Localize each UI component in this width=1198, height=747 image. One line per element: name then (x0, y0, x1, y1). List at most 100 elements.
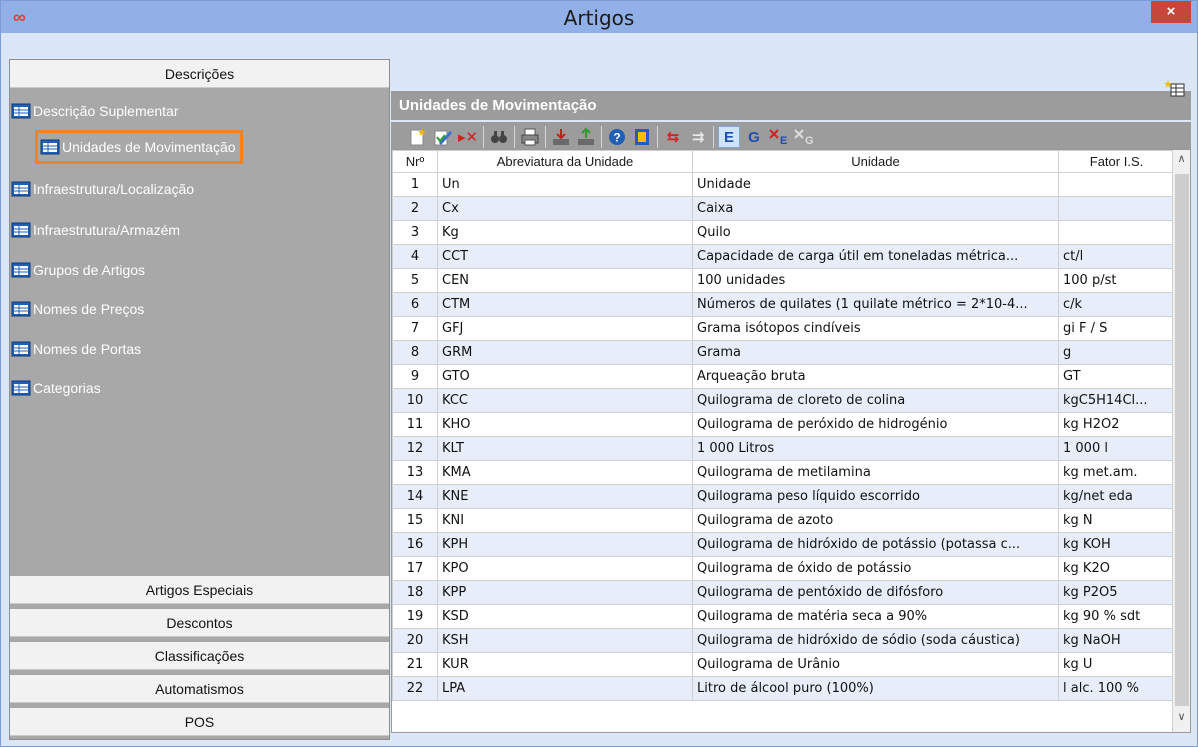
column-header-nr[interactable]: Nrº (392, 150, 438, 173)
sidebar-item-categorias[interactable]: Categorias (11, 373, 101, 403)
cell-nr: 5 (392, 268, 438, 293)
cell-abreviatura: KMA (437, 460, 693, 485)
column-header-unidade[interactable]: Unidade (692, 150, 1059, 173)
table-row[interactable]: 15 KNI Quilograma de azoto kg N (392, 508, 1175, 533)
exit-icon[interactable] (631, 126, 653, 148)
cell-fator: kg K2O (1058, 556, 1175, 581)
scroll-up-icon[interactable]: ∧ (1173, 152, 1190, 170)
table-row[interactable]: 8 GRM Grama g (392, 340, 1175, 365)
section-descontos[interactable]: Descontos (10, 609, 389, 637)
column-header-abreviatura[interactable]: Abreviatura da Unidade (437, 150, 693, 173)
delete-record-icon[interactable]: ▸✕ (457, 126, 479, 148)
cell-nr: 19 (392, 604, 438, 629)
cell-fator: 100 p/st (1058, 268, 1175, 293)
move-left-icon[interactable]: ⇆ (662, 126, 684, 148)
table-row[interactable]: 16 KPH Quilograma de hidróxido de potássio… (392, 532, 1175, 557)
cell-abreviatura: KPO (437, 556, 693, 581)
cell-fator: kg KOH (1058, 532, 1175, 557)
vertical-scrollbar[interactable]: ∧ ∨ (1172, 150, 1190, 732)
table-row[interactable]: 14 KNE Quilograma peso líquido escorrido kg… (392, 484, 1175, 509)
table-row[interactable]: 10 KCC Quilograma de cloreto de colina kgC5… (392, 388, 1175, 413)
cell-nr: 15 (392, 508, 438, 533)
table-icon (11, 301, 31, 317)
search-icon[interactable] (488, 126, 510, 148)
table-row[interactable]: 6 CTM Números de quilates (1 quilate métri… (392, 292, 1175, 317)
table-row[interactable]: 4 CCT Capacidade de carga útil em tonelada… (392, 244, 1175, 269)
cell-unidade: Quilograma peso líquido escorrido (692, 484, 1059, 509)
sidebar-item-nomes-de-portas[interactable]: Nomes de Portas (11, 334, 141, 364)
cell-nr: 2 (392, 196, 438, 221)
sidebar-item-grupos-de-artigos[interactable]: Grupos de Artigos (11, 255, 145, 285)
cell-abreviatura: KSH (437, 628, 693, 653)
cell-abreviatura: KLT (437, 436, 693, 461)
table-row[interactable]: 22 LPA Litro de álcool puro (100%) l alc. 1… (392, 676, 1175, 701)
cell-unidade: Quilograma de Urânio (692, 652, 1059, 677)
cell-unidade: Quilograma de matéria seca a 90% (692, 604, 1059, 629)
cell-fator: GT (1058, 364, 1175, 389)
cell-nr: 4 (392, 244, 438, 269)
help-icon[interactable]: ? (606, 126, 628, 148)
table-row[interactable]: 11 KHO Quilograma de peróxido de hidrogéni… (392, 412, 1175, 437)
sidebar-item-unidades-de-movimentacao[interactable]: Unidades de Movimentação (35, 130, 243, 164)
panel-title: Unidades de Movimentação (399, 97, 597, 114)
table-row[interactable]: 13 KMA Quilograma de metilamina kg met.am. (392, 460, 1175, 485)
section-automatismos[interactable]: Automatismos (10, 675, 389, 703)
new-record-icon[interactable] (407, 126, 429, 148)
table-row[interactable]: 20 KSH Quilograma de hidróxido de sódio (s… (392, 628, 1175, 653)
section-classificacoes[interactable]: Classificações (10, 642, 389, 670)
sidebar-item-label: Infraestrutura/Armazém (33, 222, 181, 238)
cell-fator: ct/l (1058, 244, 1175, 269)
table-row[interactable]: 21 KUR Quilograma de Urânio kg U (392, 652, 1175, 677)
sidebar-item-descricao-suplementar[interactable]: Descrição Suplementar (11, 96, 179, 126)
cell-fator: kg U (1058, 652, 1175, 677)
cell-unidade: Unidade (692, 172, 1059, 197)
move-right-icon[interactable]: ⇉ (687, 126, 709, 148)
cell-fator: kg H2O2 (1058, 412, 1175, 437)
cell-nr: 9 (392, 364, 438, 389)
table-row[interactable]: 12 KLT 1 000 Litros 1 000 l (392, 436, 1175, 461)
print-icon[interactable] (519, 126, 541, 148)
scroll-thumb[interactable] (1175, 174, 1189, 706)
svg-text:E: E (780, 135, 787, 147)
table-row[interactable]: 1 Un Unidade (392, 172, 1175, 197)
cell-abreviatura: LPA (437, 676, 693, 701)
panel-options-icon[interactable] (1164, 79, 1185, 97)
table-row[interactable]: 2 Cx Caixa (392, 196, 1175, 221)
table-row[interactable]: 19 KSD Quilograma de matéria seca a 90% kg … (392, 604, 1175, 629)
title-bar[interactable]: ∞ Artigos × (1, 1, 1197, 33)
cell-abreviatura: GFJ (437, 316, 693, 341)
scroll-down-icon[interactable]: ∨ (1173, 710, 1190, 728)
table-row[interactable]: 3 Kg Quilo (392, 220, 1175, 245)
section-descricoes[interactable]: Descrições (10, 60, 389, 88)
close-button[interactable]: × (1151, 1, 1191, 23)
table-icon (11, 380, 31, 396)
table-row[interactable]: 7 GFJ Grama isótopos cindíveis gi F / S (392, 316, 1175, 341)
cell-fator: kg P2O5 (1058, 580, 1175, 605)
edit-record-icon[interactable] (432, 126, 454, 148)
table-row[interactable]: 5 CEN 100 unidades 100 p/st (392, 268, 1175, 293)
cell-unidade: Arqueação bruta (692, 364, 1059, 389)
table-row[interactable]: 9 GTO Arqueação bruta GT (392, 364, 1175, 389)
cell-abreviatura: GTO (437, 364, 693, 389)
remove-g-icon[interactable]: G (793, 126, 815, 148)
import-icon[interactable] (550, 126, 572, 148)
export-icon[interactable] (575, 126, 597, 148)
sidebar-item-infraestrutura-localizacao[interactable]: Infraestrutura/Localização (11, 174, 194, 204)
cell-nr: 18 (392, 580, 438, 605)
table-row[interactable]: 17 KPO Quilograma de óxido de potássio kg K… (392, 556, 1175, 581)
remove-e-icon[interactable]: E (768, 126, 790, 148)
section-artigos-especiais[interactable]: Artigos Especiais (10, 576, 389, 604)
section-pos[interactable]: POS (10, 708, 389, 736)
units-table: Nrº Abreviatura da Unidade Unidade Fator… (391, 149, 1191, 733)
toggle-e-button[interactable]: E (718, 126, 740, 148)
table-row[interactable]: 18 KPP Quilograma de pentóxido de difósfor… (392, 580, 1175, 605)
table-icon (11, 262, 31, 278)
cell-nr: 16 (392, 532, 438, 557)
cell-unidade: Quilo (692, 220, 1059, 245)
sidebar-item-infraestrutura-armazem[interactable]: Infraestrutura/Armazém (11, 215, 180, 245)
column-header-fator[interactable]: Fator I.S. (1058, 150, 1175, 173)
toggle-g-button[interactable]: G (743, 126, 765, 148)
cell-nr: 8 (392, 340, 438, 365)
sidebar-item-nomes-de-precos[interactable]: Nomes de Preços (11, 294, 144, 324)
cell-nr: 12 (392, 436, 438, 461)
